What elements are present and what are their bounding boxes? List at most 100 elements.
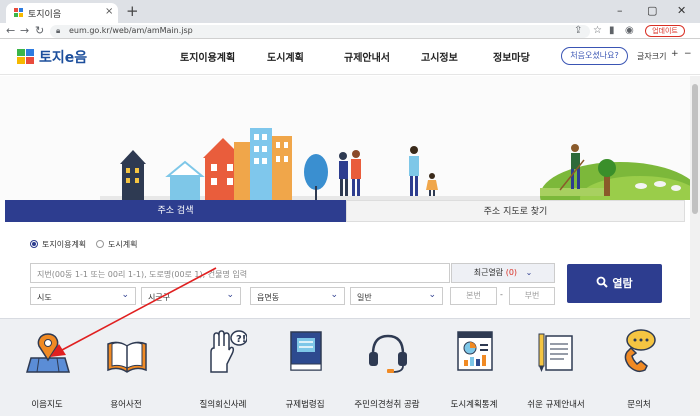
nav-urban-plan[interactable]: 도시계획 <box>267 49 304 64</box>
chevron-down-icon: ⌄ <box>428 290 436 300</box>
quick-item-label: 이음지도 <box>31 400 63 410</box>
quick-item-label: 문의처 <box>627 400 651 410</box>
reload-icon[interactable]: ↻ <box>35 24 44 37</box>
browser-tab[interactable]: 토지이음 × <box>6 3 118 23</box>
quick-item-label: 주민의견청취 공람 <box>354 400 420 410</box>
window-close-button[interactable]: ✕ <box>677 4 686 17</box>
quick-item-qa-cases[interactable]: ?! 질의회신사례 <box>183 328 263 414</box>
browser-titlebar: 토지이음 × + – ▢ ✕ <box>0 0 700 23</box>
radio-unchecked-icon <box>96 240 104 248</box>
land-type-value: 일반 <box>357 293 372 302</box>
radio-label: 토지이용계획 <box>42 240 87 249</box>
tree-illustration <box>304 154 328 200</box>
farm-illustration <box>540 144 700 230</box>
address-bar[interactable]: 🔒︎ eum.go.kr/web/am/amMain.jsp <box>50 25 590 38</box>
new-tab-button[interactable]: + <box>126 2 139 20</box>
chevron-down-icon: ⌄ <box>121 290 129 300</box>
font-size-label: 글자크기 <box>637 52 667 61</box>
phone-bubble-icon <box>624 329 656 373</box>
quick-item-glossary[interactable]: 용어사전 <box>86 328 166 414</box>
search-icon <box>596 276 609 288</box>
nav-land-use-plan[interactable]: 토지이용계획 <box>180 49 235 64</box>
radio-checked-icon <box>30 240 38 248</box>
site-header: 토지e음 토지이용계획 도시계획 규제안내서 고시정보 정보마당 처음오셨나요?… <box>0 39 700 75</box>
profile-icon[interactable]: ◉ <box>625 25 634 36</box>
forward-icon[interactable]: → <box>20 24 29 37</box>
tab-find-on-map-label: 주소 지도로 찾기 <box>483 207 548 217</box>
sigungu-value: 시군구 <box>148 293 171 302</box>
eupmyeondong-select[interactable]: 읍면동 ⌄ <box>250 287 345 305</box>
tab-close-icon[interactable]: × <box>105 6 113 17</box>
buildings-illustration <box>120 128 292 200</box>
favicon-icon <box>14 8 23 17</box>
page-scrollbar[interactable] <box>690 76 700 416</box>
nav-info-plaza[interactable]: 정보마당 <box>493 49 530 64</box>
chart-board-icon <box>457 331 493 371</box>
chevron-down-icon: ⌄ <box>330 290 338 300</box>
recent-views-dropdown[interactable]: 최근열람 (0) ⌄ <box>451 263 555 283</box>
update-button[interactable]: 업데이트 <box>645 25 685 37</box>
bubeon-input[interactable]: 부번 <box>509 287 555 305</box>
tab-address-search[interactable]: 주소 검색 <box>5 200 346 228</box>
tab-address-search-label: 주소 검색 <box>157 206 194 216</box>
book-icon <box>107 341 147 373</box>
quick-item-label: 규제법령집 <box>285 400 325 410</box>
logo-mark-icon <box>17 49 34 64</box>
quick-item-label: 도시계획통계 <box>450 400 498 410</box>
star-icon[interactable]: ☆ <box>593 25 602 36</box>
logo-text: 토지e음 <box>39 50 88 66</box>
url-text: eum.go.kr/web/am/amMain.jsp <box>69 26 193 35</box>
nav-notice-info[interactable]: 고시정보 <box>421 49 458 64</box>
tab-title: 토지이음 <box>28 10 62 20</box>
svg-text:?!: ?! <box>236 334 246 345</box>
font-increase-button[interactable]: + <box>671 49 679 59</box>
quick-item-easy-guide[interactable]: 쉬운 규제안내서 <box>516 328 596 414</box>
sido-value: 시도 <box>37 293 52 302</box>
quick-item-label: 쉬운 규제안내서 <box>527 400 585 410</box>
back-icon[interactable]: ← <box>6 24 15 37</box>
eupmyeondong-value: 읍면동 <box>257 293 280 302</box>
address-placeholder: 지번(00동 1-1 또는 00리 1-1), 도로명(00로 1), 건물명 … <box>37 270 248 279</box>
hero-scene <box>100 128 700 230</box>
quick-item-label: 용어사전 <box>110 400 142 410</box>
radio-land-use-plan[interactable]: 토지이용계획 <box>30 239 86 250</box>
share-icon[interactable]: ⇪ <box>574 25 582 36</box>
browser-toolbar: ← → ↻ 🔒︎ eum.go.kr/web/am/amMain.jsp ⇪ ☆… <box>0 23 700 39</box>
quick-item-contact[interactable]: 문의처 <box>599 328 679 414</box>
recent-label: 최근열람 <box>473 268 504 277</box>
quick-item-urban-stats[interactable]: 도시계획통계 <box>434 328 514 414</box>
quick-item-law-collection[interactable]: 규제법령집 <box>265 328 345 414</box>
bonbeon-input[interactable]: 본번 <box>450 287 497 305</box>
tab-find-on-map[interactable]: 주소 지도로 찾기 <box>346 200 685 222</box>
open-button[interactable]: 열람 <box>567 264 662 303</box>
document-pen-icon <box>538 333 573 372</box>
scrollbar-thumb[interactable] <box>692 84 698 214</box>
first-visit-button[interactable]: 처음오셨나요? <box>561 47 628 65</box>
number-dash: - <box>500 290 503 299</box>
quick-item-public-hearing[interactable]: 주민의견청취 공람 <box>347 328 427 414</box>
map-pin-icon <box>26 333 70 373</box>
lock-icon: 🔒︎ <box>56 26 61 35</box>
open-button-label: 열람 <box>612 277 633 290</box>
nav-regulation-guide[interactable]: 규제안내서 <box>344 49 390 64</box>
sigungu-select[interactable]: 시군구 ⌄ <box>141 287 241 305</box>
chevron-down-icon: ⌄ <box>226 290 234 300</box>
land-type-select[interactable]: 일반 ⌄ <box>350 287 443 305</box>
hero-illustration <box>0 76 700 230</box>
minimize-button[interactable]: – <box>617 4 623 17</box>
maximize-button[interactable]: ▢ <box>647 4 657 17</box>
quick-item-label: 질의회신사례 <box>199 400 247 410</box>
radio-urban-plan[interactable]: 도시계획 <box>96 239 137 250</box>
headset-icon <box>369 334 407 373</box>
chevron-down-icon: ⌄ <box>525 268 533 277</box>
quick-item-eum-map[interactable]: 이음지도 <box>7 328 87 414</box>
family-illustration <box>339 146 438 196</box>
hand-question-icon: ?! <box>210 330 247 373</box>
address-search-input[interactable]: 지번(00동 1-1 또는 00리 1-1), 도로명(00로 1), 건물명 … <box>30 263 450 283</box>
recent-count: (0) <box>505 268 518 277</box>
law-book-icon <box>290 331 322 371</box>
sidepanel-icon[interactable]: ▮ <box>609 25 615 36</box>
font-decrease-button[interactable]: − <box>684 49 692 59</box>
sido-select[interactable]: 시도 ⌄ <box>30 287 136 305</box>
radio-label: 도시계획 <box>108 240 138 249</box>
